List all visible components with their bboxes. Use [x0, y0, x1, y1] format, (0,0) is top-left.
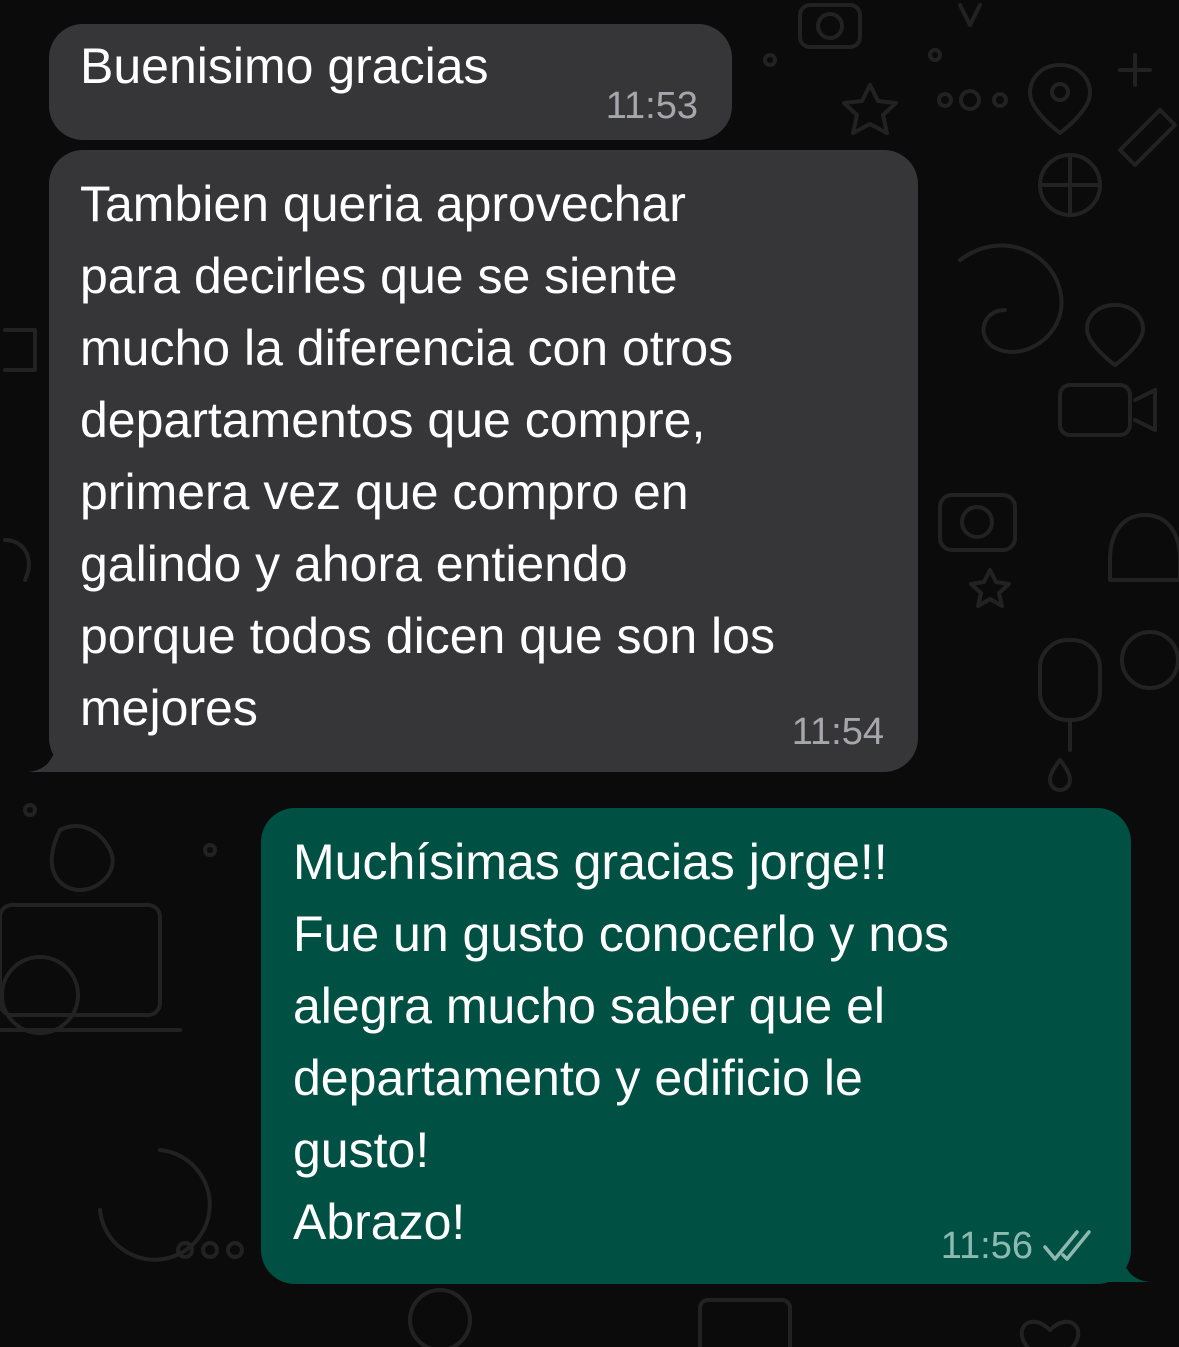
message-bubble-incoming[interactable]: Buenisimo gracias 11:53	[49, 24, 732, 140]
message-time: 11:54	[791, 711, 884, 753]
message-text: Tambien queria aprovechar para decirles …	[80, 176, 775, 736]
message-time: 11:56	[940, 1225, 1033, 1267]
bubble-tail-outgoing	[1094, 1238, 1150, 1282]
video-icon	[1058, 383, 1157, 437]
whatsapp-icon	[0, 955, 80, 1035]
bell-icon	[1108, 513, 1179, 582]
sparkle-icon	[958, 3, 1152, 87]
chat-area: Buenisimo gracias 11:53 Tambien queria a…	[0, 0, 1179, 1347]
message-bubble-incoming[interactable]: Tambien queria aprovechar para decirles …	[49, 150, 918, 772]
message-time: 11:53	[605, 85, 698, 127]
bottom-right-heart-icon	[1019, 1319, 1081, 1347]
swirl-icon	[958, 243, 1064, 354]
star-outline-icon	[969, 568, 1011, 608]
message-meta: 11:53	[606, 86, 698, 126]
refresh-icon	[98, 1148, 212, 1262]
message-meta: 11:56	[941, 1226, 1099, 1266]
message-bubble-outgoing[interactable]: Muchísimas gracias jorge!! Fue un gusto …	[261, 808, 1131, 1284]
drop-icon	[1048, 758, 1072, 792]
bubble-tail-incoming	[28, 728, 84, 772]
location-pin-icon	[1028, 63, 1092, 135]
face-icon	[1120, 630, 1179, 690]
left-edge-doodle-icon	[3, 328, 37, 582]
popsicle-icon	[1038, 638, 1102, 752]
camera-small-icon	[938, 493, 1017, 552]
star-icon	[842, 83, 898, 135]
laptop-icon	[0, 903, 182, 1032]
message-text: Muchísimas gracias jorge!! Fue un gusto …	[293, 834, 949, 1250]
camera-icon	[798, 3, 862, 49]
pencil-icon	[1118, 108, 1177, 167]
message-meta: 11:54	[792, 712, 884, 752]
message-text: Buenisimo gracias	[80, 38, 489, 94]
hand-icon	[49, 824, 115, 892]
pin-icon	[1085, 303, 1145, 367]
basketball-icon	[1038, 153, 1102, 217]
smiley-icon	[408, 1288, 472, 1347]
envelope-icon	[698, 1298, 792, 1347]
